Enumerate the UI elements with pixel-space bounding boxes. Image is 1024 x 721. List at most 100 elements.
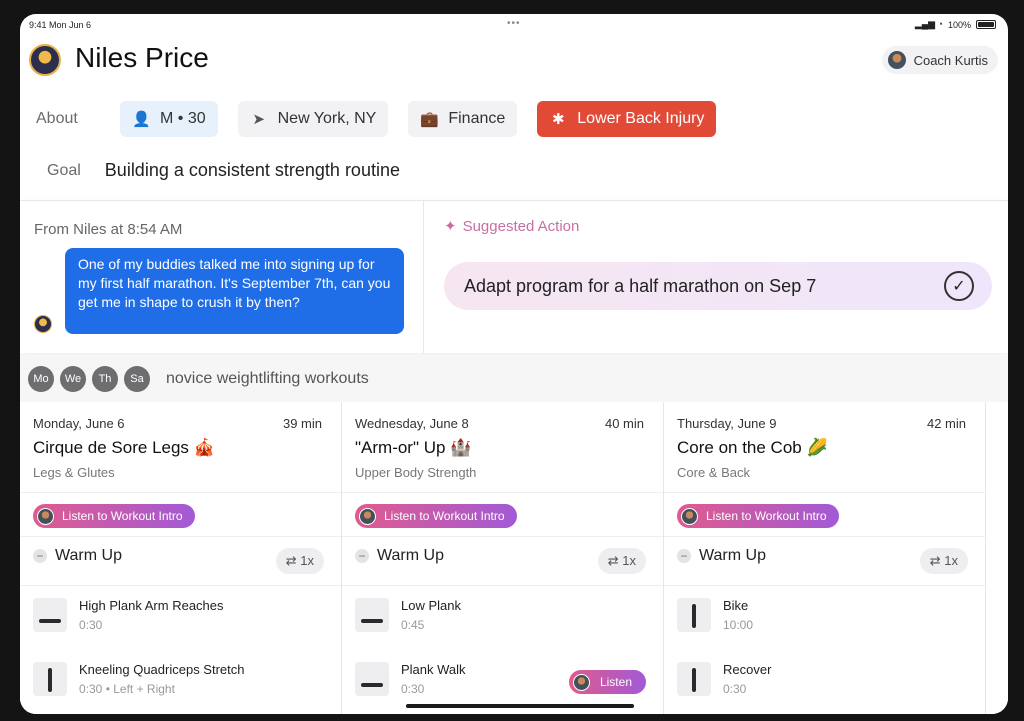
collapse-icon[interactable]: − <box>355 549 369 563</box>
exercise-item[interactable]: Recover 0:30 <box>677 662 771 696</box>
repeat-count-button[interactable]: ⇄ 1x <box>919 548 968 574</box>
coach-avatar <box>681 507 698 525</box>
exercise-item[interactable]: High Plank Arm Reaches 0:30 <box>33 598 224 632</box>
sparkle-icon: ✦ <box>444 218 457 235</box>
exercise-item[interactable]: Kneeling Quadriceps Stretch 0:30 • Left … <box>33 662 244 696</box>
coach-avatar <box>37 507 54 525</box>
collapse-icon[interactable]: − <box>677 549 691 563</box>
signal-wifi-icon: ▂▄▆ ◔ <box>914 19 943 29</box>
exercise-detail: 0:30 <box>401 682 425 696</box>
day-badge-sa[interactable]: Sa <box>124 366 150 392</box>
exercise-detail: 10:00 <box>723 618 754 632</box>
home-indicator[interactable] <box>406 704 634 708</box>
battery-icon <box>976 20 996 29</box>
suggested-action-button[interactable]: Adapt program for a half marathon on Sep… <box>444 262 992 310</box>
workout-category: Core & Back <box>677 465 750 480</box>
message-section: From Niles at 8:54 AM One of my buddies … <box>20 201 424 353</box>
coach-name: Coach Kurtis <box>913 52 988 68</box>
schedule-days: Mo We Th Sa novice weightlifting workout… <box>28 366 369 392</box>
coach-button[interactable]: Coach Kurtis <box>881 46 998 74</box>
suggested-action-heading: ✦ Suggested Action <box>444 217 580 236</box>
divider <box>664 536 985 537</box>
chip-occupation[interactable]: 💼 Finance <box>408 101 518 137</box>
day-badge-th[interactable]: Th <box>92 366 118 392</box>
chip-label: New York, NY <box>277 110 377 127</box>
workout-cards: Monday, June 6 39 min Cirque de Sore Leg… <box>20 402 1008 714</box>
exercise-thumbnail <box>33 662 67 696</box>
exercise-name: Low Plank <box>401 598 461 613</box>
coach-avatar <box>572 673 590 691</box>
exercise-thumbnail <box>33 598 67 632</box>
chip-demographics[interactable]: 👤 M • 30 <box>120 101 218 137</box>
exercise-detail: 0:30 <box>723 682 747 696</box>
divider <box>342 492 663 493</box>
coach-avatar <box>887 51 906 69</box>
exercise-name: Kneeling Quadriceps Stretch <box>79 662 245 677</box>
exercise-name: High Plank Arm Reaches <box>79 598 224 613</box>
workout-card[interactable]: Wednesday, June 8 40 min "Arm-or" Up 🏰 U… <box>342 402 664 714</box>
listen-intro-button[interactable]: Listen to Workout Intro <box>33 504 195 528</box>
exercise-name: Plank Walk <box>401 662 466 677</box>
workout-card[interactable]: Monday, June 6 39 min Cirque de Sore Leg… <box>20 402 342 714</box>
day-badge-we[interactable]: We <box>60 366 86 392</box>
workout-title: "Arm-or" Up 🏰 <box>355 438 472 457</box>
battery-percent: 100% <box>947 19 971 30</box>
section-header[interactable]: − Warm Up <box>33 547 122 565</box>
chip-label: Finance <box>448 110 506 127</box>
chip-location[interactable]: ➤ New York, NY <box>237 101 389 137</box>
listen-intro-label: Listen to Workout Intro <box>62 509 183 523</box>
day-badge-mo[interactable]: Mo <box>28 366 54 392</box>
status-bar: 9:41 Mon Jun 6 ••• ▂▄▆ ◔ 100% <box>20 14 1008 36</box>
exercise-detail: 0:30 <box>79 618 103 632</box>
workout-category: Legs & Glutes <box>33 465 115 480</box>
chip-injury[interactable]: ✱ Lower Back Injury <box>537 101 717 137</box>
divider <box>342 536 663 537</box>
exercise-thumbnail <box>677 598 711 632</box>
section-title: Warm Up <box>377 547 444 564</box>
collapse-icon[interactable]: − <box>33 549 47 563</box>
exercise-item[interactable]: Bike 10:00 <box>677 598 753 632</box>
exercise-item[interactable]: Low Plank 0:45 <box>355 598 461 632</box>
repeat-count-button[interactable]: ⇄ 1x <box>597 548 646 574</box>
sender-avatar <box>34 315 52 333</box>
multitask-dots-icon[interactable]: ••• <box>507 18 521 29</box>
workout-date: Wednesday, June 8 <box>355 416 469 431</box>
message-panel: From Niles at 8:54 AM One of my buddies … <box>20 200 1008 353</box>
listen-button[interactable]: Listen <box>568 670 646 694</box>
workout-card[interactable]: Thursday, June 9 42 min Core on the Cob … <box>664 402 986 714</box>
exercise-thumbnail <box>677 662 711 696</box>
ipad-screen: 9:41 Mon Jun 6 ••• ▂▄▆ ◔ 100% Niles Pric… <box>20 14 1008 714</box>
client-name: Niles Price <box>75 42 209 73</box>
section-header[interactable]: − Warm Up <box>355 547 444 565</box>
suggested-action-text: Adapt program for a half marathon on Sep… <box>464 275 817 296</box>
listen-intro-button[interactable]: Listen to Workout Intro <box>355 504 517 528</box>
message-from: From Niles at 8:54 AM <box>34 221 183 238</box>
status-time: 9:41 Mon Jun 6 <box>29 20 92 30</box>
goal-text: Building a consistent strength routine <box>104 160 400 180</box>
coach-avatar <box>359 507 376 525</box>
exercise-item[interactable]: Plank Walk 0:30 <box>355 662 466 696</box>
goal-label: Goal <box>47 161 81 179</box>
asterisk-icon: ✱ <box>551 111 565 128</box>
listen-intro-button[interactable]: Listen to Workout Intro <box>677 504 839 528</box>
exercise-name: Recover <box>723 662 772 677</box>
suggested-action-label: Suggested Action <box>462 217 580 235</box>
chip-label: M • 30 <box>160 110 206 127</box>
listen-intro-label: Listen to Workout Intro <box>384 509 505 523</box>
workout-date: Thursday, June 9 <box>677 416 777 431</box>
exercise-name: Bike <box>723 598 749 613</box>
section-title: Warm Up <box>699 547 766 564</box>
section-title: Warm Up <box>55 547 122 564</box>
client-avatar <box>29 44 61 76</box>
workout-card-partial[interactable] <box>986 402 1008 714</box>
section-header[interactable]: − Warm Up <box>677 547 766 565</box>
repeat-count-button[interactable]: ⇄ 1x <box>275 548 324 574</box>
workout-title: Cirque de Sore Legs 🎪 <box>33 438 215 457</box>
exercise-detail: 0:45 <box>401 618 425 632</box>
checkmark-circle-icon[interactable]: ✓ <box>944 271 974 301</box>
message-bubble[interactable]: One of my buddies talked me into signing… <box>65 248 404 334</box>
exercise-thumbnail <box>355 662 389 696</box>
divider <box>664 492 985 493</box>
divider <box>20 492 341 493</box>
divider <box>20 585 341 586</box>
